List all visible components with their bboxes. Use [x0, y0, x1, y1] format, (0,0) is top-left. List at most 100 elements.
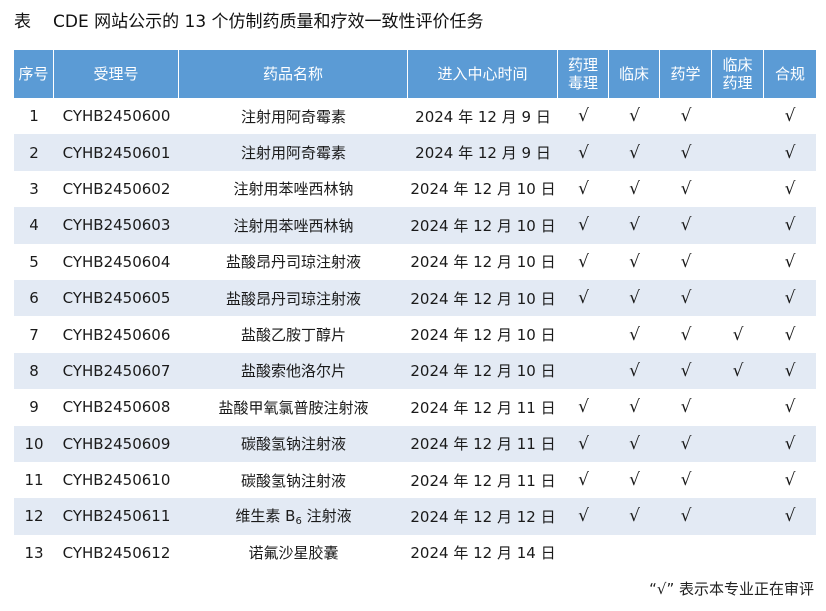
cell-number: 12: [14, 498, 54, 535]
cell-toxicology: √: [558, 425, 609, 462]
header-col-toxicology: 药理 毒理: [558, 50, 609, 98]
cell-pharmacy: √: [680, 470, 692, 491]
table-row: 13 CYHB2450612 诺氟沙星胶囊 2024 年 12 月 14 日: [14, 535, 816, 571]
cell-drug-name: 盐酸昂丹司琼注射液: [225, 253, 361, 272]
cell-acceptance-id: CYHB2450605: [54, 279, 179, 317]
cell-entry-date: 2024 年 12 月 10 日: [410, 180, 556, 199]
cell-compliance: [764, 535, 816, 571]
cell-clinical: √: [609, 425, 660, 462]
cell-drug-name: 盐酸昂丹司琼注射液: [179, 279, 408, 317]
cell-compliance: √: [784, 397, 796, 418]
cell-acceptance-id: CYHB2450603: [54, 207, 179, 244]
cell-clinical-pharmacology: [712, 498, 764, 535]
cell-toxicology: √: [578, 251, 589, 272]
cell-drug-name: 盐酸甲氧氯普胺注射液: [218, 398, 369, 417]
header-col-compliance: 合规: [764, 50, 816, 98]
cell-compliance: √: [764, 207, 816, 244]
cell-clinical: √: [609, 134, 660, 171]
cell-acceptance-id: CYHB2450604: [62, 252, 171, 271]
table-row: 10 CYHB2450609 碳酸氢钠注射液 2024 年 12 月 11 日 √ √ √ √: [14, 425, 816, 462]
cell-compliance: √: [764, 279, 816, 317]
cell-clinical: √: [629, 106, 640, 127]
caption-label: 表: [14, 12, 31, 32]
table-row: 2 CYHB2450601 注射用阿奇霉素 2024 年 12 月 9 日 √ √ √ √: [14, 134, 816, 171]
cell-drug-name: 盐酸索他洛尔片: [179, 352, 408, 390]
cell-acceptance-id: CYHB2450601: [54, 134, 179, 171]
header-col-clinical: 临床: [609, 50, 660, 98]
cell-entry-date: 2024 年 12 月 11 日: [410, 398, 556, 417]
cell-entry-date: 2024 年 12 月 10 日: [410, 326, 556, 345]
cell-pharmacy: √: [680, 397, 692, 418]
cell-drug-name: 注射用阿奇霉素: [179, 134, 408, 171]
cell-drug-name: 注射用苯唑西林钠: [233, 180, 354, 199]
cell-compliance: √: [784, 470, 796, 491]
cell-pharmacy: √: [680, 178, 692, 199]
cell-clinical-pharmacology: √: [732, 324, 744, 345]
header-col-clinical-pharmacology: 临床 药理: [712, 50, 764, 98]
cell-pharmacy: √: [660, 352, 712, 390]
cell-acceptance-id: CYHB2450610: [62, 471, 171, 490]
cell-number: 3: [29, 179, 39, 198]
table-row: 4 CYHB2450603 注射用苯唑西林钠 2024 年 12 月 10 日 √ √ √ √: [14, 207, 816, 244]
cell-entry-date: 2024 年 12 月 9 日: [415, 107, 551, 126]
cell-number: 10: [14, 425, 54, 462]
cell-clinical-pharmacology: [712, 389, 764, 425]
cell-clinical-pharmacology: √: [712, 352, 764, 390]
cell-toxicology: √: [578, 106, 589, 127]
cell-clinical-pharmacology: [712, 207, 764, 244]
cell-pharmacy: √: [660, 207, 712, 244]
cell-acceptance-id: CYHB2450609: [54, 425, 179, 462]
cell-number: 9: [29, 398, 39, 417]
cell-number: 2: [14, 134, 54, 171]
cell-drug-name: 诺氟沙星胶囊: [248, 544, 339, 563]
cell-clinical-pharmacology: [712, 171, 764, 207]
cell-pharmacy: √: [680, 324, 692, 345]
header-col-entry-date: 进入中心时间: [408, 50, 558, 98]
cell-number: 7: [29, 325, 39, 344]
cell-clinical: √: [609, 498, 660, 535]
header-col-number: 序号: [14, 50, 54, 98]
table-body: 1 CYHB2450600 注射用阿奇霉素 2024 年 12 月 9 日 √ √ √ √ 2 C…: [14, 98, 816, 571]
cell-toxicology: [558, 535, 609, 571]
table-row: 3 CYHB2450602 注射用苯唑西林钠 2024 年 12 月 10 日 √ √ √ √: [14, 171, 816, 207]
cell-clinical-pharmacology: [712, 535, 764, 571]
header-col-pharmacy: 药学: [660, 50, 712, 98]
header-col-acceptance-id: 受理号: [54, 50, 179, 98]
cell-pharmacy: √: [660, 425, 712, 462]
cell-drug-name: 维生素 B6 注射液: [179, 498, 408, 535]
cell-acceptance-id: CYHB2450600: [62, 107, 171, 126]
cell-number: 5: [29, 252, 39, 271]
cell-number: 11: [24, 471, 44, 490]
cell-clinical-pharmacology: [712, 244, 764, 280]
cell-toxicology: √: [578, 178, 589, 199]
table-row: 7 CYHB2450606 盐酸乙胺丁醇片 2024 年 12 月 10 日 √ √ √ √: [14, 316, 816, 352]
cell-toxicology: [558, 352, 609, 390]
cell-number: 13: [24, 543, 44, 562]
cell-acceptance-id: CYHB2450608: [62, 398, 171, 417]
table-footnote: “√” 表示本专业正在审评: [649, 580, 814, 598]
cell-toxicology: √: [578, 397, 589, 418]
cell-compliance: √: [764, 425, 816, 462]
cell-entry-date: 2024 年 12 月 9 日: [408, 134, 558, 171]
cell-acceptance-id: CYHB2450607: [54, 352, 179, 390]
cell-clinical-pharmacology: [712, 279, 764, 317]
cell-compliance: √: [784, 106, 796, 127]
cell-drug-name: 注射用阿奇霉素: [240, 107, 346, 126]
cell-entry-date: 2024 年 12 月 10 日: [410, 253, 556, 272]
cell-pharmacy: √: [660, 498, 712, 535]
cell-pharmacy: √: [660, 279, 712, 317]
table-header: 序号 受理号 药品名称 进入中心时间 药理 毒理 临床 药学 临床 药理 合规: [14, 50, 816, 98]
cell-clinical: √: [629, 470, 640, 491]
table-row: 8 CYHB2450607 盐酸索他洛尔片 2024 年 12 月 10 日 √ √ √ √: [14, 352, 816, 390]
cell-compliance: √: [784, 251, 796, 272]
cell-compliance: √: [764, 352, 816, 390]
cell-entry-date: 2024 年 12 月 10 日: [408, 352, 558, 390]
cell-compliance: √: [764, 134, 816, 171]
cell-drug-name: 盐酸乙胺丁醇片: [240, 326, 346, 345]
cell-entry-date: 2024 年 12 月 10 日: [408, 279, 558, 317]
cell-acceptance-id: CYHB2450606: [62, 325, 171, 344]
cell-number: 6: [14, 279, 54, 317]
cell-acceptance-id: CYHB2450612: [62, 543, 171, 562]
cell-entry-date: 2024 年 12 月 11 日: [410, 471, 556, 490]
cell-compliance: √: [784, 178, 796, 199]
